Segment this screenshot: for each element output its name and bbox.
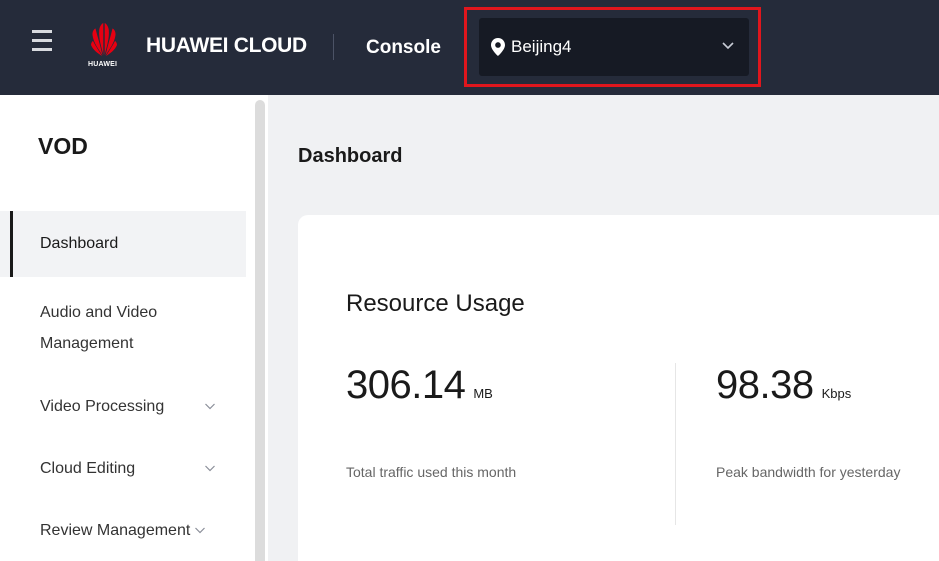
chevron-down-icon	[205, 403, 215, 410]
page-title: Dashboard	[298, 145, 403, 167]
sidebar-item-label: Video Processing	[40, 398, 165, 415]
region-selector[interactable]: Beijing4	[479, 18, 749, 76]
sidebar-scrollbar[interactable]	[255, 100, 265, 561]
brand-title[interactable]: HUAWEI CLOUD	[146, 34, 307, 58]
sidebar-item-audio-video-management[interactable]: Audio and Video Management	[0, 293, 246, 359]
metric-unit: MB	[473, 386, 493, 401]
huawei-logo[interactable]: HUAWEI	[84, 14, 124, 74]
chevron-down-icon	[195, 527, 205, 534]
main-content: Dashboard Resource Usage 306.14 MB Total …	[268, 95, 939, 561]
sidebar-item-label: Cloud Editing	[40, 460, 136, 477]
sidebar-item-label: Audio and Video Management	[40, 304, 158, 352]
location-pin-icon	[491, 38, 505, 56]
metric-description: Peak bandwidth for yesterday	[716, 464, 901, 480]
metric-value: 306.14	[346, 363, 466, 407]
sidebar-item-label: Dashboard	[40, 235, 119, 252]
sidebar-item-label: Review Management	[40, 522, 191, 539]
region-selected-value: Beijing4	[511, 37, 572, 56]
card-divider	[675, 363, 676, 525]
metric-unit: Kbps	[821, 386, 852, 401]
chevron-down-icon	[722, 42, 734, 50]
huawei-flower-icon	[91, 23, 117, 56]
console-link[interactable]: Console	[366, 37, 441, 59]
header-divider	[333, 34, 334, 60]
sidebar-item-review-management[interactable]: Review Management	[0, 515, 246, 549]
sidebar-item-cloud-editing[interactable]: Cloud Editing	[0, 453, 246, 487]
chevron-down-icon	[205, 465, 215, 472]
logo-wordmark: HUAWEI	[88, 61, 118, 68]
traffic-metric: 306.14 MB	[346, 363, 493, 408]
bandwidth-metric: 98.38 Kbps	[716, 363, 851, 408]
menu-icon[interactable]	[32, 30, 52, 51]
sidebar-item-video-processing[interactable]: Video Processing	[0, 391, 246, 425]
sidebar: VOD Dashboard Audio and Video Management…	[0, 95, 268, 561]
top-navigation-bar: HUAWEI HUAWEI CLOUD Console Beijing4	[0, 0, 939, 95]
metric-value: 98.38	[716, 363, 814, 407]
active-indicator	[10, 211, 13, 277]
card-title: Resource Usage	[346, 290, 525, 317]
metric-description: Total traffic used this month	[346, 464, 517, 480]
service-title: VOD	[38, 133, 88, 159]
resource-usage-card: Resource Usage 306.14 MB Total traffic us…	[298, 215, 939, 561]
sidebar-item-dashboard[interactable]: Dashboard	[0, 211, 246, 277]
